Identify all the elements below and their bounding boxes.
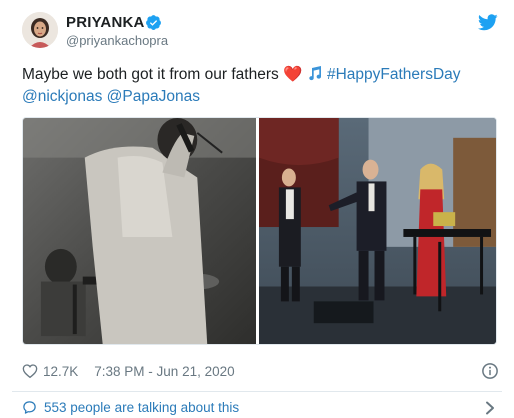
embedded-tweet-card: PRIYANKA @priyankachopra Maybe we both g… xyxy=(0,0,514,418)
tweet-text: Maybe we both got it from our fathers ❤️… xyxy=(22,64,492,108)
chevron-right-icon[interactable] xyxy=(484,401,496,415)
avatar[interactable] xyxy=(22,12,58,48)
tweet-text-body: Maybe we both got it from our fathers xyxy=(22,66,284,83)
tweet-timestamp[interactable]: 7:38 PM - Jun 21, 2020 xyxy=(94,364,234,379)
photo-singer-black-and-white[interactable] xyxy=(23,118,257,344)
photo-band-on-stage[interactable] xyxy=(259,118,496,344)
twitter-bird-icon[interactable] xyxy=(478,14,498,31)
conversation-link[interactable]: 553 people are talking about this xyxy=(22,400,239,415)
mention-link[interactable]: @PapaJonas xyxy=(107,88,200,105)
speech-bubble-icon xyxy=(23,401,36,414)
hashtag-link[interactable]: #HappyFathersDay xyxy=(327,66,461,83)
mention-link[interactable]: @nickjonas xyxy=(22,88,102,105)
avatar-image xyxy=(22,12,58,48)
divider xyxy=(12,391,502,392)
info-icon[interactable] xyxy=(481,362,499,380)
tweet-media[interactable] xyxy=(22,117,497,345)
musical-notes-emoji-icon xyxy=(308,66,321,81)
verified-badge-icon xyxy=(146,15,161,30)
tweet-meta: 12.7K 7:38 PM - Jun 21, 2020 xyxy=(22,362,235,380)
display-name[interactable]: PRIYANKA xyxy=(66,14,145,31)
conversation-count-text[interactable]: 553 people are talking about this xyxy=(44,400,239,415)
like-count[interactable]: 12.7K xyxy=(43,364,78,379)
user-handle[interactable]: @priyankachopra xyxy=(66,33,168,48)
heart-outline-icon[interactable] xyxy=(22,363,38,379)
red-heart-emoji-icon: ❤️ xyxy=(283,66,303,83)
